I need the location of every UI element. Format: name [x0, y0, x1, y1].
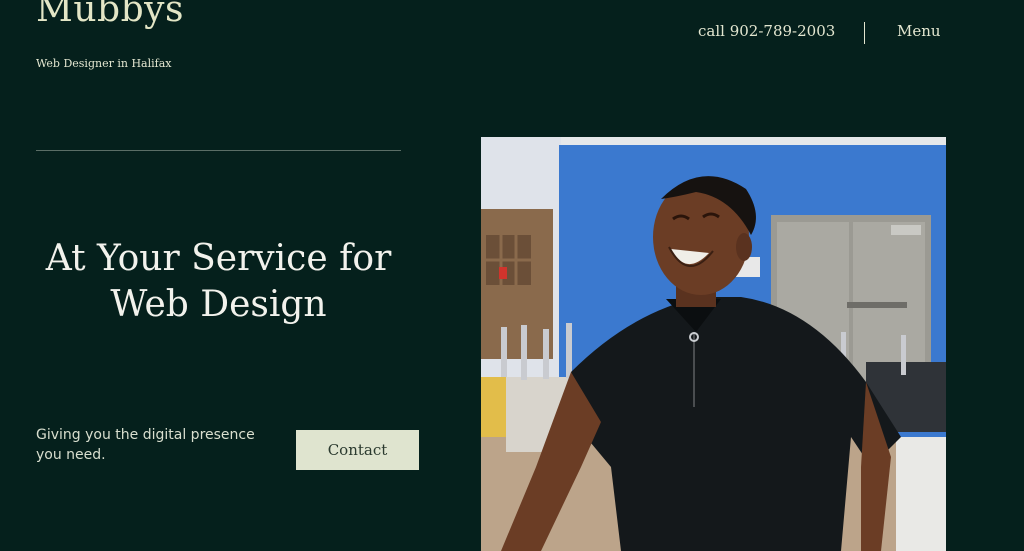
hero-headline-line1: At Your Service for [45, 238, 392, 279]
hero-headline-line2: Web Design [110, 284, 327, 325]
hero-photo [481, 137, 946, 551]
site-logo[interactable]: Mubbys [36, 0, 184, 28]
hero-photo-illustration [481, 137, 946, 551]
horizontal-divider [36, 150, 401, 151]
contact-button[interactable]: Contact [296, 430, 419, 470]
header-divider [864, 22, 865, 44]
menu-button[interactable]: Menu [897, 22, 941, 40]
phone-link[interactable]: call 902-789-2003 [698, 22, 835, 40]
hero-subtext: Giving you the digital presence you need… [36, 427, 255, 463]
hero-headline: At Your Service for Web Design [36, 236, 401, 328]
site-tagline: Web Designer in Halifax [36, 57, 172, 70]
